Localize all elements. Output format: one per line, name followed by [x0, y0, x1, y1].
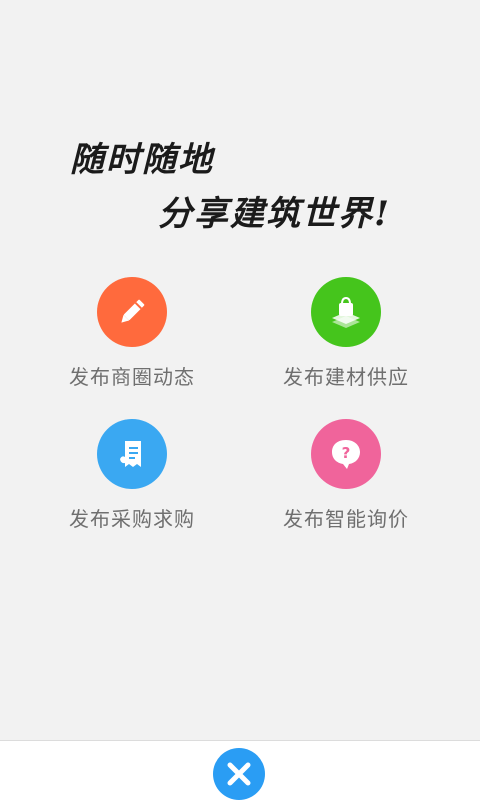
slogan-line-2: 分享建筑世界! — [158, 194, 391, 234]
slogan-line-1: 随时随地 — [70, 140, 214, 180]
post-material-supply-button[interactable]: 发布建材供应 — [246, 277, 446, 397]
post-business-news-button[interactable]: 发布商圈动态 — [32, 277, 232, 397]
close-icon — [227, 762, 251, 786]
pencil-icon — [97, 277, 167, 347]
post-purchase-request-button[interactable]: 发布采购求购 — [32, 419, 232, 539]
svg-text:?: ? — [342, 444, 351, 462]
action-label: 发布建材供应 — [283, 365, 409, 389]
slogan: 随时随地 分享建筑世界! — [0, 0, 480, 260]
post-smart-inquiry-button[interactable]: ? 发布智能询价 — [246, 419, 446, 539]
action-label: 发布智能询价 — [283, 507, 409, 531]
question-bubble-icon: ? — [311, 419, 381, 489]
bottom-bar — [0, 740, 480, 801]
action-label: 发布商圈动态 — [69, 365, 195, 389]
close-button[interactable] — [213, 748, 265, 800]
shopping-bag-icon — [311, 277, 381, 347]
action-label: 发布采购求购 — [69, 507, 195, 531]
receipt-icon — [97, 419, 167, 489]
